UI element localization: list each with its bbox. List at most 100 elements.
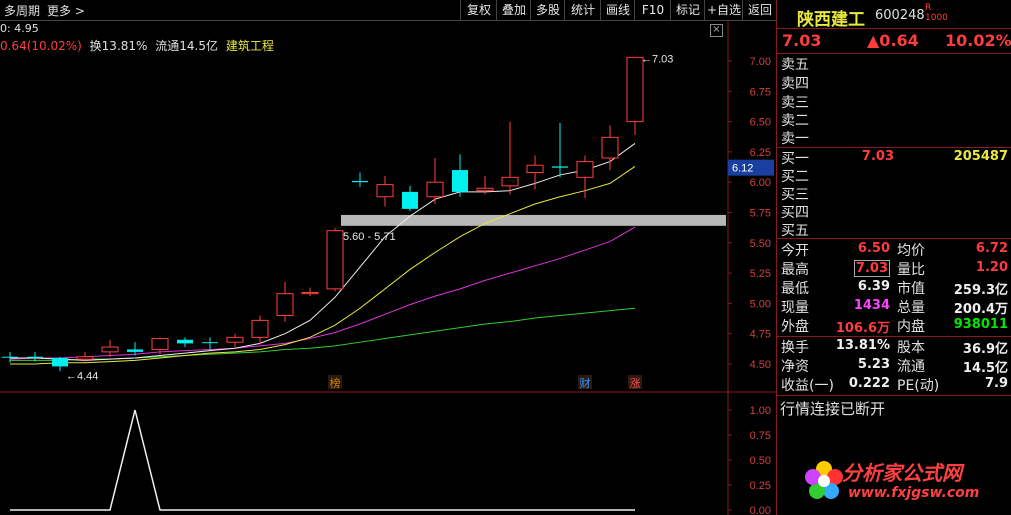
candle-body — [601, 136, 619, 159]
close-icon[interactable]: × — [710, 24, 723, 37]
bid-row: 买五 — [781, 223, 809, 239]
add-watchlist-button[interactable]: +自选 — [704, 0, 743, 20]
f10-button[interactable]: F10 — [634, 0, 671, 20]
candle-body — [276, 293, 294, 317]
period-menu[interactable]: 多周期 — [4, 2, 40, 19]
indicator-tick-label: 0.25 — [750, 480, 771, 492]
candle-body — [2, 356, 18, 358]
sector-label: 建筑工程 — [225, 39, 274, 53]
flower-logo-icon — [805, 461, 843, 499]
candle-body — [251, 319, 269, 338]
low-marker: ←4.44 — [66, 370, 98, 382]
candle-body — [226, 336, 244, 343]
ask-row: 卖三 — [781, 95, 809, 111]
y-tick-label: 6.00 — [750, 177, 771, 189]
stats-row: 换手 13.81% 股本 36.9亿 — [781, 338, 1008, 357]
chevron-right-icon: > — [74, 4, 85, 18]
candle-body — [626, 56, 644, 123]
change-value: 0.64(10.02%) — [0, 39, 82, 53]
candle-body — [376, 184, 394, 198]
watermark-logo: 分析家公式网 www.fxjgsw.com — [802, 455, 1002, 510]
restore-rights-button[interactable]: 复权 — [460, 0, 497, 20]
candle-body — [101, 346, 119, 353]
y-tick-label: 6.25 — [750, 147, 771, 159]
stats-row: 最高 7.03 量比 1.20 — [781, 260, 1008, 278]
y-tick-label: 5.50 — [750, 238, 771, 250]
last-price: 7.03 — [782, 31, 822, 50]
ask-row: 卖一 — [781, 131, 809, 147]
watermark-url: www.fxjgsw.com — [848, 485, 980, 501]
candle-body — [76, 356, 94, 360]
ma-white-line — [10, 143, 636, 361]
candle-body — [202, 342, 218, 344]
bid-row: 买四 — [781, 205, 809, 221]
price-tag-label: 6.12 — [732, 163, 753, 175]
candle-body — [52, 357, 68, 367]
candle-body — [552, 166, 568, 168]
quote-panel: 陕西建工 600248 R 1000 7.03 ▲0.64 10.02% 卖五 卖… — [776, 0, 1011, 515]
event-marker-label: 榜 — [330, 376, 341, 390]
candle-body — [127, 349, 143, 352]
kline-chart[interactable]: 7.00 6.75 6.50 6.25 6.00 5.75 5.50 5.25 5.00 4.75… — [0, 0, 776, 515]
ma-green-line — [10, 307, 636, 361]
candle-body — [526, 164, 544, 174]
margin-badge: R 1000 — [925, 3, 948, 23]
candle-body — [426, 181, 444, 198]
turnover-value: 换13.81% — [89, 39, 148, 53]
stats-row: 收益(一) 0.222 PE(动) 7.9 — [781, 376, 1008, 394]
bid-row: 买一 7.03 205487 — [781, 149, 1008, 167]
indicator-tick-label: 0.50 — [750, 455, 771, 467]
ask-row: 卖四 — [781, 76, 809, 92]
multi-stock-button[interactable]: 多股 — [530, 0, 565, 20]
candle-body — [576, 161, 594, 178]
indicator-tick-label: 0.00 — [750, 505, 771, 515]
y-tick-label: 5.75 — [750, 208, 771, 220]
candle-body — [452, 170, 468, 192]
ask-row: 卖二 — [781, 113, 809, 129]
candle-body — [352, 180, 368, 183]
y-tick-label: 7.00 — [750, 56, 771, 68]
y-tick-label: 6.75 — [750, 86, 771, 98]
stock-name: 陕西建工 — [797, 10, 865, 30]
candle-body — [177, 339, 193, 344]
event-marker-label: 财 — [580, 376, 591, 390]
indicator-tick-label: 0.75 — [750, 430, 771, 442]
indicator-tick-label: 1.00 — [750, 405, 771, 417]
watermark-brand: 分析家公式网 — [842, 461, 962, 485]
zone-label: 5.60 - 5.71 — [343, 231, 396, 243]
more-menu[interactable]: 更多 > — [47, 2, 85, 19]
high-marker: ←7.03 — [641, 53, 673, 65]
statistics-button[interactable]: 统计 — [564, 0, 601, 20]
stats-row: 净资 5.23 流通 14.5亿 — [781, 357, 1008, 376]
stats-row: 外盘 106.6万 内盘 938011 — [781, 317, 1008, 336]
price-change-pct: 10.02% — [945, 31, 1011, 50]
price-change: ▲0.64 — [867, 31, 919, 50]
candle-body — [476, 187, 494, 192]
back-button[interactable]: 返回 — [742, 0, 777, 20]
candle-body — [326, 230, 344, 290]
stats-row: 现量 1434 总量 200.4万 — [781, 298, 1008, 317]
ma-magenta-line — [9, 226, 636, 360]
info-line-2: 0.64(10.02%) 换13.81% 流通14.5亿 建筑工程 — [0, 37, 274, 54]
indicator-line — [10, 409, 635, 511]
mark-button[interactable]: 标记 — [670, 0, 705, 20]
candle-body — [151, 338, 169, 350]
ask-row: 卖五 — [781, 57, 809, 73]
y-tick-label: 4.50 — [750, 359, 771, 371]
connection-status: 行情连接已断开 — [780, 400, 886, 418]
stats-row: 今开 6.50 均价 6.72 — [781, 241, 1008, 259]
y-tick-label: 4.75 — [750, 329, 771, 341]
candle-body — [301, 291, 319, 295]
float-value: 流通14.5亿 — [155, 39, 218, 53]
overlay-button[interactable]: 叠加 — [496, 0, 531, 20]
chart-toolbar: 多周期 更多 > 复权 叠加 多股 统计 画线 F10 标记 +自选 返回 — [0, 0, 776, 21]
y-tick-label: 5.00 — [750, 298, 771, 310]
candle-body — [402, 191, 418, 209]
y-tick-label: 6.50 — [750, 117, 771, 129]
ma-yellow-line — [10, 166, 636, 365]
event-marker-label: 涨 — [630, 377, 641, 390]
y-tick-label: 5.25 — [750, 268, 771, 280]
bid-row: 买二 — [781, 169, 809, 185]
draw-line-button[interactable]: 画线 — [600, 0, 635, 20]
support-zone-band — [341, 214, 726, 226]
